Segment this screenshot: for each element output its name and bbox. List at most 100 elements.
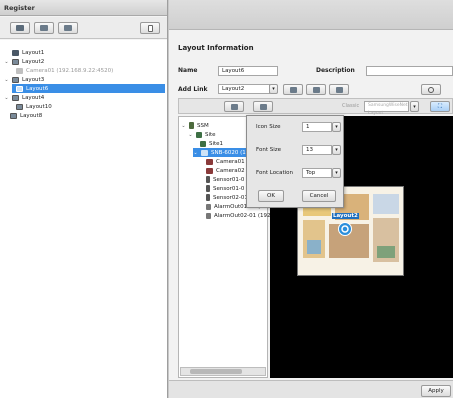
tree-item-label: Layout8 — [20, 112, 43, 119]
font-location-label: Font Location — [256, 170, 293, 176]
tree-item-layout4[interactable]: ⌄ Layout4 — [4, 93, 44, 102]
layout-icon — [12, 94, 19, 101]
expand-toggle[interactable]: ⌄ — [4, 95, 9, 101]
layout-icon — [16, 103, 23, 110]
map-label: Classic — [342, 103, 360, 109]
icon-settings-popup: Icon Size 1 ▾ Font Size 13 ▾ Font Locati… — [246, 115, 344, 208]
add-link-select[interactable]: Layout2 — [218, 84, 270, 94]
scrollbar-thumb[interactable] — [190, 369, 242, 374]
camera-icon — [206, 158, 213, 165]
site-icon — [200, 140, 206, 147]
sensor-icon — [206, 194, 210, 201]
layout-icon — [12, 58, 19, 65]
map-select[interactable]: SamsungWiseNet Layout — [364, 101, 409, 116]
icon-size-label: Icon Size — [256, 124, 281, 130]
edit-layout-icon — [64, 25, 72, 31]
target-icon — [428, 86, 434, 93]
tree-item-layout2[interactable]: ⌄ Layout2 — [4, 57, 44, 66]
chevron-down-icon: ▾ — [272, 86, 275, 92]
link-map-button[interactable] — [329, 84, 349, 95]
copy-layout-button[interactable] — [34, 22, 54, 34]
tree-item-label: Layout1 — [22, 49, 45, 56]
font-size-dropdown-button[interactable]: ▾ — [332, 145, 341, 155]
link-add-button[interactable] — [283, 84, 303, 95]
footer-bar: Apply — [169, 380, 453, 398]
editor-toolbar: Classic SamsungWiseNet Layout ▾ ⛶ — [178, 98, 453, 116]
grid-icon — [12, 49, 19, 56]
icon-size-select[interactable]: 1 — [302, 122, 332, 132]
cancel-button[interactable]: Cancel — [302, 190, 336, 202]
ok-button[interactable]: OK — [258, 190, 284, 202]
save-icon — [259, 103, 267, 110]
description-label: Description — [316, 67, 355, 74]
expand-toggle[interactable]: ⌄ — [4, 59, 9, 65]
expand-toggle[interactable]: ⌄ — [4, 77, 9, 83]
font-location-dropdown-button[interactable]: ▾ — [332, 168, 341, 178]
horizontal-scrollbar[interactable] — [180, 367, 266, 376]
tree-item-layout10[interactable]: Layout10 — [16, 102, 52, 111]
tree-item-label: Camera01 (192.168.9.22:4520) — [26, 67, 114, 74]
save-map-button[interactable] — [253, 101, 273, 112]
tree-item-label: Layout6 — [26, 85, 49, 92]
device-tree-item[interactable]: ⌄ SSM — [181, 121, 209, 130]
link-go-button[interactable] — [306, 84, 326, 95]
camera-icon — [16, 67, 23, 74]
right-header-strip — [169, 0, 453, 30]
map-dropdown-button[interactable]: ▾ — [410, 101, 419, 112]
tree-item-label: Layout3 — [22, 76, 45, 83]
add-link-value: Layout2 — [222, 86, 245, 92]
layout-tree: Layout1 ⌄ Layout2 Camera01 (192.168.9.22… — [0, 40, 167, 398]
tree-item-label: Layout10 — [26, 103, 52, 110]
device-tree-item[interactable]: Sensor01-0 — [206, 175, 244, 184]
device-tree-item[interactable]: Camera02 ( — [206, 166, 248, 175]
map-marker-layout2[interactable]: Layout2 — [332, 213, 359, 242]
fullscreen-button[interactable]: ⛶ — [430, 101, 450, 112]
font-size-select[interactable]: 13 — [302, 145, 332, 155]
chevron-down-icon: ▾ — [413, 103, 416, 110]
add-layout-button[interactable] — [10, 22, 30, 34]
register-toolbar — [0, 17, 167, 39]
font-size-label: Font Size — [256, 147, 282, 153]
tree-item-layout3[interactable]: ⌄ Layout3 — [4, 75, 44, 84]
link-icon — [289, 86, 297, 93]
edit-map-button[interactable] — [224, 101, 244, 112]
register-panel: Register Layout1 ⌄ Layout2 Camera01 (192… — [0, 0, 168, 398]
apply-button[interactable]: Apply — [421, 385, 451, 397]
layout-icon — [10, 112, 17, 119]
device-tree-item[interactable]: Site1 — [200, 139, 223, 148]
device-tree-item[interactable]: Camera01 ( — [206, 157, 248, 166]
locate-button[interactable] — [421, 84, 441, 95]
add-link-dropdown-button[interactable]: ▾ — [269, 84, 278, 94]
register-title: Register — [4, 4, 35, 12]
description-input[interactable] — [366, 66, 453, 76]
tree-item-layout8[interactable]: Layout8 — [10, 111, 42, 120]
font-location-select[interactable]: Top — [302, 168, 332, 178]
layout-icon — [16, 85, 23, 92]
map-select-value: SamsungWiseNet Layout — [368, 103, 408, 116]
device-tree-item[interactable]: AlarmOut02-01 (192. — [206, 211, 272, 220]
name-label: Name — [178, 67, 198, 74]
chevron-down-icon: ▾ — [335, 124, 338, 130]
name-input[interactable]: Layout6 — [218, 66, 278, 76]
marker-label: Layout2 — [332, 213, 359, 219]
icon-size-dropdown-button[interactable]: ▾ — [332, 122, 341, 132]
device-tree-item[interactable]: Sensor01-0 — [206, 184, 244, 193]
register-header: Register — [0, 0, 167, 16]
layout-info-panel: Layout Information Name Layout6 Descript… — [169, 0, 453, 398]
edit-layout-button[interactable] — [58, 22, 78, 34]
sensor-icon — [206, 176, 210, 183]
layout-icon — [12, 76, 19, 83]
device-tree-item[interactable]: ⌄ Site — [188, 130, 216, 139]
site-icon — [196, 131, 202, 138]
tree-item-layout6[interactable]: Layout6 — [12, 84, 165, 93]
tree-item-camera01[interactable]: Camera01 (192.168.9.22:4520) — [16, 66, 113, 75]
copy-layout-icon — [40, 25, 48, 31]
marker-icon — [338, 222, 352, 236]
delete-layout-button[interactable] — [140, 22, 160, 34]
tree-item-label: Layout4 — [22, 94, 45, 101]
alarm-icon — [206, 212, 211, 219]
add-layout-icon — [16, 25, 24, 31]
edit-icon — [230, 103, 238, 110]
tree-item-layout1[interactable]: Layout1 — [4, 48, 44, 57]
tree-item-label: Layout2 — [22, 58, 45, 65]
